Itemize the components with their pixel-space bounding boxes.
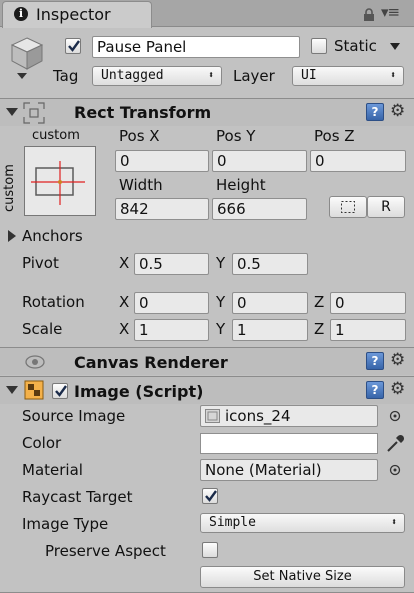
- canvas-renderer-title: Canvas Renderer: [74, 353, 228, 372]
- source-image-field[interactable]: icons_24: [200, 405, 378, 427]
- height-field[interactable]: 666: [212, 198, 307, 220]
- color-swatch-field[interactable]: [200, 433, 378, 454]
- pivot-x-axis: X: [119, 254, 130, 272]
- active-checkbox[interactable]: [65, 38, 81, 54]
- material-label: Material: [22, 461, 83, 479]
- rotation-x-field[interactable]: 0: [134, 292, 209, 314]
- icon-dropdown-arrow[interactable]: [17, 73, 27, 79]
- image-icon: [24, 380, 44, 400]
- image-script-title: Image (Script): [74, 382, 204, 401]
- rotation-label: Rotation: [22, 293, 85, 311]
- image-enabled-checkbox[interactable]: [52, 383, 68, 399]
- canvas-renderer-icon: [25, 355, 45, 369]
- layer-value: UI: [301, 68, 317, 83]
- raycast-target-label: Raycast Target: [22, 488, 133, 506]
- image-type-value: Simple: [209, 515, 256, 530]
- width-field[interactable]: 842: [115, 198, 209, 220]
- popup-arrows-icon: ⬍: [389, 70, 396, 81]
- object-picker-icon[interactable]: [389, 410, 401, 422]
- gear-icon[interactable]: ⚙: [390, 351, 405, 369]
- eyedropper-icon[interactable]: [385, 432, 405, 454]
- pivot-x-field[interactable]: 0.5: [134, 253, 209, 275]
- pos-x-field[interactable]: 0: [115, 150, 209, 172]
- image-type-dropdown[interactable]: Simple ⬍: [200, 513, 405, 533]
- anchor-presets-button[interactable]: [24, 146, 96, 216]
- source-image-value: icons_24: [225, 407, 291, 425]
- pivot-label: Pivot: [22, 254, 59, 272]
- checkmark-icon: [205, 490, 217, 502]
- sprite-icon: [205, 409, 220, 423]
- scale-z-field[interactable]: 1: [330, 319, 406, 341]
- layer-dropdown[interactable]: UI ⬍: [292, 66, 404, 86]
- layer-label: Layer: [233, 67, 275, 85]
- anchor-preset-label-top: custom: [32, 128, 80, 143]
- pivot-y-axis: Y: [216, 254, 226, 272]
- popup-arrows-icon: ⬍: [390, 517, 397, 528]
- object-picker-icon[interactable]: [389, 464, 401, 476]
- gear-icon[interactable]: ⚙: [390, 380, 405, 398]
- rotation-x-axis: X: [119, 293, 130, 311]
- gameobject-name-field[interactable]: Pause Panel: [92, 36, 300, 58]
- blueprint-icon: [341, 201, 355, 213]
- pos-x-label: Pos X: [119, 127, 160, 145]
- tag-value: Untagged: [101, 68, 164, 83]
- rotation-y-axis: Y: [216, 293, 226, 311]
- rect-transform-foldout[interactable]: [6, 108, 18, 116]
- height-label: Height: [216, 176, 266, 194]
- static-label: Static: [334, 37, 377, 55]
- image-type-label: Image Type: [22, 515, 109, 533]
- source-image-label: Source Image: [22, 407, 126, 425]
- pivot-y-field[interactable]: 0.5: [232, 253, 308, 275]
- anchors-label[interactable]: Anchors: [22, 227, 83, 245]
- rotation-z-axis: Z: [314, 293, 325, 311]
- menu-icon[interactable]: ▾≡: [381, 3, 400, 21]
- rotation-y-field[interactable]: 0: [232, 292, 308, 314]
- popup-arrows-icon: ⬍: [207, 70, 214, 81]
- pos-y-field[interactable]: 0: [212, 150, 307, 172]
- rect-transform-icon: [23, 102, 45, 124]
- help-icon[interactable]: ?: [366, 352, 384, 370]
- tag-dropdown[interactable]: Untagged ⬍: [92, 66, 222, 86]
- preserve-aspect-label: Preserve Aspect: [45, 542, 166, 560]
- set-native-size-button[interactable]: Set Native Size: [200, 566, 405, 588]
- scale-x-axis: X: [119, 320, 130, 338]
- width-label: Width: [119, 176, 163, 194]
- material-field[interactable]: None (Material): [200, 459, 378, 481]
- tab-title: Inspector: [36, 5, 111, 24]
- checkmark-icon: [68, 40, 80, 52]
- preserve-aspect-checkbox[interactable]: [202, 542, 218, 558]
- help-icon[interactable]: ?: [366, 381, 384, 399]
- tag-label: Tag: [53, 67, 79, 85]
- static-checkbox[interactable]: [311, 38, 327, 54]
- scale-y-axis: Y: [216, 320, 226, 338]
- gear-icon[interactable]: ⚙: [390, 102, 405, 120]
- raw-edit-button[interactable]: R: [367, 196, 405, 218]
- scale-z-axis: Z: [314, 320, 325, 338]
- anchor-preset-label-side: custom: [2, 164, 17, 212]
- static-dropdown-icon[interactable]: [390, 43, 400, 50]
- image-script-foldout[interactable]: [6, 386, 18, 394]
- tab-inspector[interactable]: i Inspector: [2, 1, 152, 28]
- pos-z-field[interactable]: 0: [310, 150, 406, 172]
- scale-label: Scale: [22, 320, 63, 338]
- lock-icon[interactable]: [362, 8, 376, 22]
- anchor-preset-icon: [31, 161, 85, 205]
- anchors-foldout[interactable]: [8, 230, 16, 242]
- rotation-z-field[interactable]: 0: [330, 292, 406, 314]
- pos-z-label: Pos Z: [314, 127, 355, 145]
- raycast-target-checkbox[interactable]: [202, 488, 218, 504]
- blueprint-mode-button[interactable]: [329, 196, 367, 218]
- help-icon[interactable]: ?: [366, 103, 384, 121]
- pos-y-label: Pos Y: [216, 127, 256, 145]
- color-label: Color: [22, 434, 62, 452]
- scale-y-field[interactable]: 1: [232, 319, 308, 341]
- checkmark-icon: [55, 385, 67, 397]
- cube-icon: [10, 37, 44, 70]
- scale-x-field[interactable]: 1: [134, 319, 209, 341]
- info-icon: i: [14, 7, 28, 21]
- rect-transform-title: Rect Transform: [74, 103, 212, 122]
